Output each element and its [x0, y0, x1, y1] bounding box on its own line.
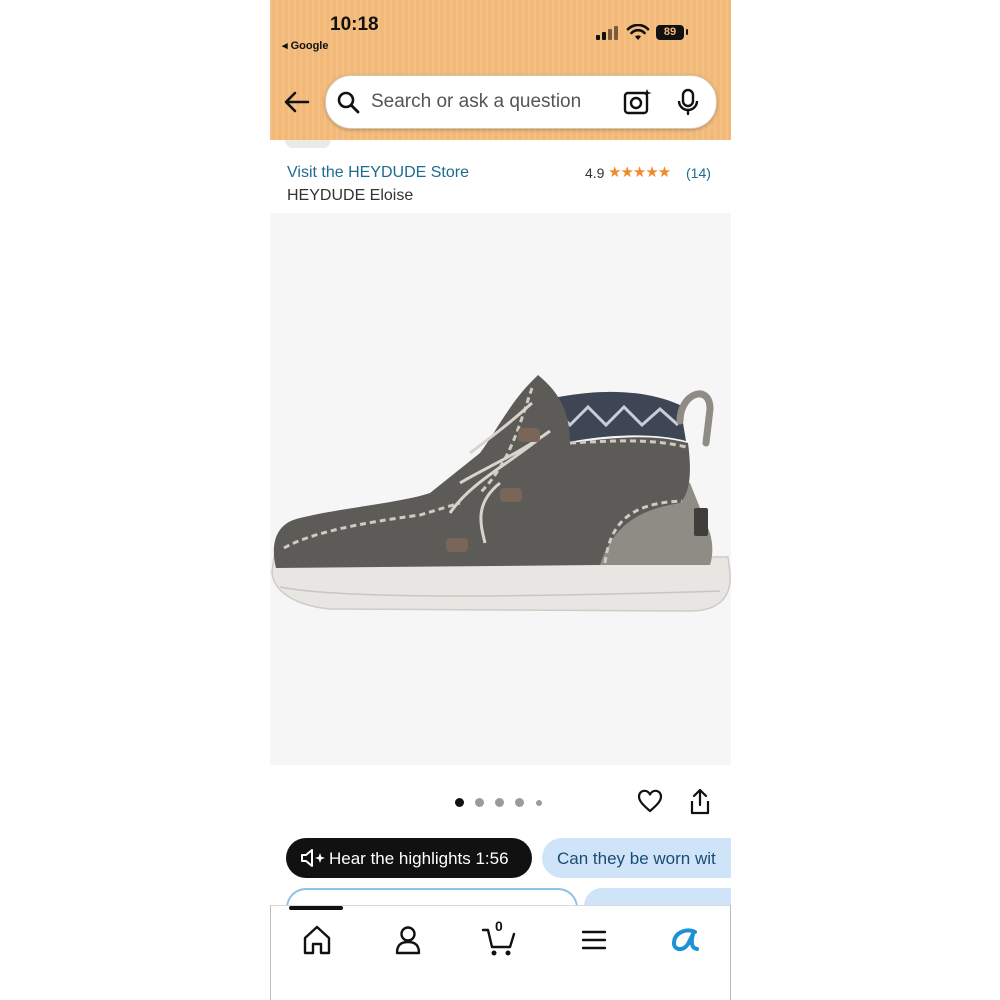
previous-content-peek	[270, 140, 731, 152]
menu-icon[interactable]	[576, 922, 612, 958]
bottom-navigation-bar: 0	[270, 905, 731, 1000]
speaker-sparkle-icon	[301, 849, 325, 867]
pagination-dot[interactable]	[515, 798, 524, 807]
rating-count-link[interactable]: (14)	[686, 165, 711, 181]
peek-thumbnail	[285, 140, 331, 148]
battery-tip	[686, 29, 688, 35]
home-icon[interactable]	[299, 922, 335, 958]
pagination-dot[interactable]	[536, 800, 542, 806]
search-bar[interactable]: Search or ask a question	[325, 75, 717, 129]
back-arrow-icon[interactable]	[282, 88, 312, 116]
rufus-assistant-icon[interactable]	[667, 922, 703, 958]
product-image-gallery[interactable]	[270, 213, 731, 765]
battery-indicator: 89	[656, 25, 684, 40]
cart-count-badge: 0	[495, 918, 503, 934]
suggested-question-label: Can they be worn wit	[557, 849, 716, 868]
cart-button[interactable]: 0	[481, 918, 517, 958]
rating-value: 4.9	[585, 165, 605, 181]
product-title: HEYDUDE Eloise	[287, 187, 414, 204]
camera-lens-icon[interactable]	[623, 88, 653, 116]
phone-screen: 10:18 ◂ Google 89 Search or ask a questi…	[270, 0, 731, 1000]
image-pagination-dots[interactable]	[455, 798, 545, 808]
active-tab-indicator	[289, 906, 343, 910]
account-icon[interactable]	[390, 922, 426, 958]
share-icon[interactable]	[688, 788, 712, 816]
hear-highlights-label: Hear the highlights 1:56	[329, 849, 509, 868]
back-to-app-link[interactable]: ◂ Google	[282, 39, 328, 52]
pagination-dot[interactable]	[455, 798, 464, 807]
cellular-signal-icon	[596, 24, 618, 40]
status-time: 10:18	[330, 14, 379, 35]
pagination-dot[interactable]	[495, 798, 504, 807]
microphone-icon[interactable]	[677, 88, 699, 116]
search-icon	[337, 91, 360, 114]
star-rating-icon[interactable]: ★★★★★	[608, 163, 671, 181]
heart-icon[interactable]	[637, 789, 663, 813]
hear-highlights-button[interactable]: Hear the highlights 1:56	[286, 838, 532, 878]
wifi-icon	[626, 24, 650, 40]
search-input[interactable]: Search or ask a question	[371, 91, 581, 113]
suggested-question-chip[interactable]: Can they be worn wit	[542, 838, 731, 878]
pagination-dot[interactable]	[475, 798, 484, 807]
product-image-boot	[271, 375, 731, 612]
visit-store-link[interactable]: Visit the HEYDUDE Store	[287, 164, 469, 182]
app-header: 10:18 ◂ Google 89 Search or ask a questi…	[270, 0, 731, 140]
